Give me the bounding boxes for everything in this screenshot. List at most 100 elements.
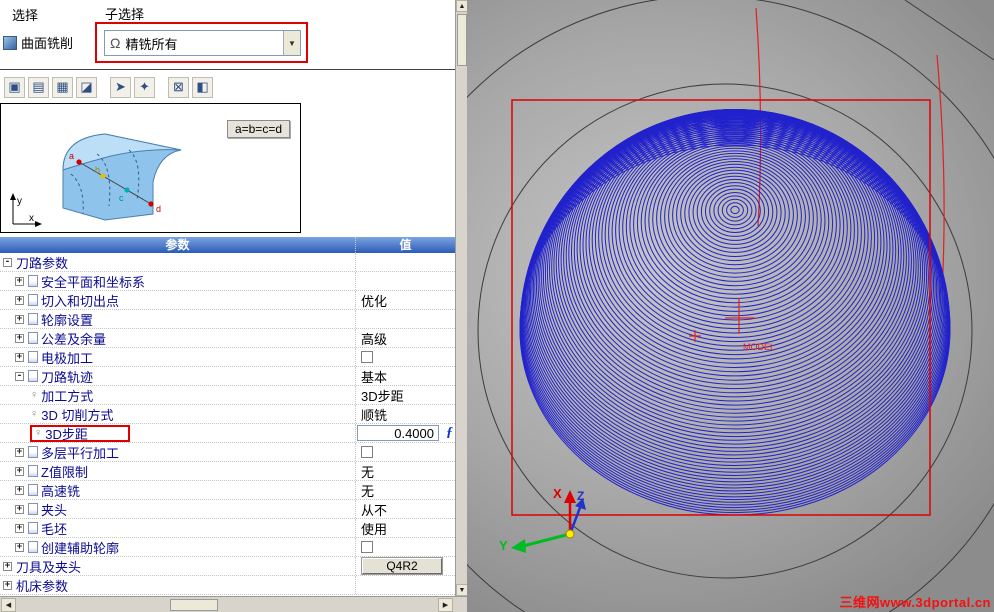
expand-icon[interactable]: +: [3, 580, 12, 590]
svg-text:X: X: [553, 486, 562, 501]
checkbox[interactable]: [361, 351, 373, 363]
finish-mill-icon: Ω: [110, 35, 121, 51]
table-row[interactable]: + 创建辅助轮廓: [0, 538, 455, 557]
table-row[interactable]: + 公差及余量 高级: [0, 329, 455, 348]
expand-icon[interactable]: +: [15, 447, 24, 457]
table-row[interactable]: + 高速铣 无: [0, 481, 455, 500]
expand-icon[interactable]: +: [15, 276, 24, 286]
parameter-label: 机床参数: [16, 578, 69, 594]
parameter-value: 优化: [361, 293, 388, 309]
parameter-rows: - 刀路参数 + 安全平面和坐标系 + 切入和切出点 优化 + 轮廓设置 + 公差及余量 高级 + 电极加…: [0, 253, 455, 595]
operation-selector[interactable]: 曲面铣削: [3, 33, 73, 52]
vertical-scrollbar[interactable]: ▲ ▼: [455, 0, 468, 596]
point-b-label: b: [95, 165, 100, 175]
checkbox[interactable]: [361, 541, 373, 553]
table-row[interactable]: ♀ 3D 切削方式 顺铣: [0, 405, 455, 424]
point-a-label: a: [69, 151, 74, 161]
expand-icon[interactable]: +: [15, 352, 24, 362]
preview-axis-icon: y x: [10, 193, 42, 227]
svg-text:Y: Y: [499, 538, 508, 553]
parameter-label: 切入和切出点: [41, 293, 120, 309]
parameter-name-cell: + 刀具及夹头: [0, 557, 356, 575]
table-row[interactable]: + 夹头 从不: [0, 500, 455, 519]
toolbar-icon-2[interactable]: ▤: [28, 76, 49, 98]
expand-icon[interactable]: +: [15, 333, 24, 343]
horizontal-scrollbar[interactable]: ◀ ▶: [0, 596, 467, 612]
subselect-label: 子选择: [105, 7, 145, 22]
chevron-down-icon[interactable]: ▼: [283, 31, 300, 55]
parameter-label: 多层平行加工: [41, 445, 120, 461]
expand-icon[interactable]: +: [15, 504, 24, 514]
table-row[interactable]: + 电极加工: [0, 348, 455, 367]
parameter-value-cell: [356, 272, 455, 290]
parameter-value-cell: 基本: [356, 367, 455, 385]
expand-icon[interactable]: +: [15, 466, 24, 476]
divider: [0, 69, 455, 70]
function-icon[interactable]: ƒ: [446, 425, 453, 441]
toolbar-icon-1[interactable]: ▣: [4, 76, 25, 98]
table-row[interactable]: + 毛坯 使用: [0, 519, 455, 538]
table-row[interactable]: + 刀具及夹头 Q4R2: [0, 557, 455, 576]
app-window: 选择 子选择 曲面铣削 Ω 精铣所有 ▼ ▣ ▤ ▦ ◪ ➤ ✦ ⊠ ◧ a b…: [0, 0, 994, 612]
parameter-label: 高速铣: [41, 483, 81, 499]
watermark: 三维网www.3dportal.cn: [839, 595, 991, 610]
suboperation-combo[interactable]: Ω 精铣所有 ▼: [104, 30, 301, 56]
collapse-icon[interactable]: -: [3, 257, 12, 267]
formula-badge: a=b=c=d: [226, 120, 290, 138]
parameter-label: 毛坯: [41, 521, 68, 537]
parameter-value-cell: [356, 443, 455, 461]
parameter-value-cell: 0.4000 ƒ: [356, 424, 455, 442]
expand-icon[interactable]: +: [15, 295, 24, 305]
expand-icon[interactable]: +: [3, 561, 12, 571]
parameter-leaf-icon: ♀: [30, 407, 39, 420]
svg-text:Z: Z: [577, 489, 584, 503]
tool-select-button[interactable]: Q4R2: [361, 557, 443, 575]
toolbar-icon-4[interactable]: ◪: [76, 76, 97, 98]
vertical-scroll-thumb[interactable]: [457, 14, 467, 66]
parameter-value-cell: 使用: [356, 519, 455, 537]
viewport-3d[interactable]: MODEL X Z Y 三维网www.3dportal.cn: [467, 0, 994, 612]
toolbar-icon-8[interactable]: ◧: [192, 76, 213, 98]
parameter-group-icon: [28, 465, 38, 477]
collapse-icon[interactable]: -: [15, 371, 24, 381]
table-row[interactable]: + 多层平行加工: [0, 443, 455, 462]
table-row[interactable]: - 刀路轨迹 基本: [0, 367, 455, 386]
expand-icon[interactable]: +: [15, 314, 24, 324]
viewport-canvas[interactable]: MODEL X Z Y: [467, 0, 994, 612]
parameter-value: 无: [361, 483, 375, 499]
expand-icon[interactable]: +: [15, 542, 24, 552]
scroll-left-icon[interactable]: ◀: [1, 598, 16, 612]
checkbox[interactable]: [361, 446, 373, 458]
toolbar-icon-6[interactable]: ✦: [134, 76, 155, 98]
parameter-group-icon: [28, 351, 38, 363]
parameter-value: 3D步距: [361, 388, 404, 404]
toolbar-icon-5[interactable]: ➤: [110, 76, 131, 98]
toolbar: ▣ ▤ ▦ ◪ ➤ ✦ ⊠ ◧: [0, 73, 455, 101]
surface-milling-icon: [3, 35, 17, 50]
scroll-right-icon[interactable]: ▶: [438, 598, 453, 612]
horizontal-scroll-thumb[interactable]: [170, 599, 218, 611]
table-row[interactable]: + 安全平面和坐标系: [0, 272, 455, 291]
table-row[interactable]: + 轮廓设置: [0, 310, 455, 329]
table-row[interactable]: + Z值限制 无: [0, 462, 455, 481]
expand-icon[interactable]: +: [15, 523, 24, 533]
parameter-label: 创建辅助轮廓: [41, 540, 120, 556]
table-row[interactable]: ♀ 3D步距 0.4000 ƒ: [0, 424, 455, 443]
parameter-value-cell: 从不: [356, 500, 455, 518]
toolbar-icon-3[interactable]: ▦: [52, 76, 73, 98]
table-row[interactable]: + 切入和切出点 优化: [0, 291, 455, 310]
parameter-value-cell: 无: [356, 462, 455, 480]
parameter-group-icon: [28, 332, 38, 344]
table-row[interactable]: ♀ 加工方式 3D步距: [0, 386, 455, 405]
parameter-label: 刀路参数: [16, 255, 69, 271]
parameter-group-icon: [28, 313, 38, 325]
table-row[interactable]: - 刀路参数: [0, 253, 455, 272]
parameter-value: 使用: [361, 521, 388, 537]
parameter-label: 3D 切削方式: [41, 407, 114, 423]
parameter-value-cell: [356, 253, 455, 271]
toolbar-icon-7[interactable]: ⊠: [168, 76, 189, 98]
value-edit-field[interactable]: 0.4000: [357, 425, 439, 441]
parameter-name-cell: + 电极加工: [0, 348, 356, 366]
expand-icon[interactable]: +: [15, 485, 24, 495]
table-row[interactable]: + 机床参数: [0, 576, 455, 595]
